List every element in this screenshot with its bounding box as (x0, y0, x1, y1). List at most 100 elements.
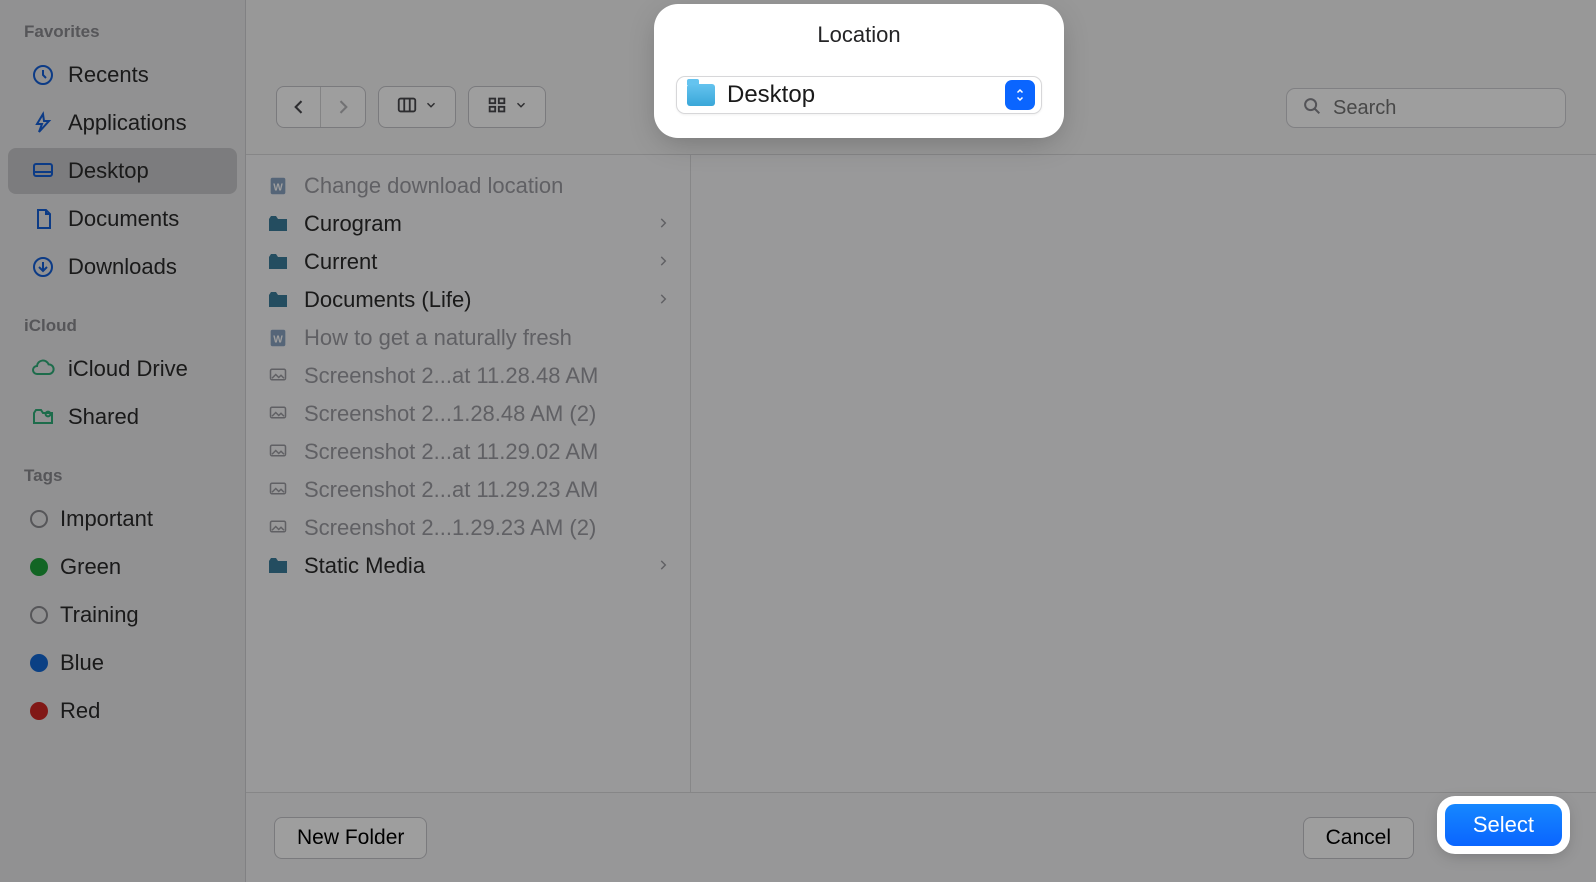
image-icon (266, 478, 290, 502)
file-row: W How to get a naturally fresh (246, 319, 690, 357)
tag-dot-icon (30, 510, 48, 528)
folder-icon (266, 250, 290, 274)
shared-folder-icon (30, 404, 56, 430)
sidebar-item-recents[interactable]: Recents (8, 52, 237, 98)
image-icon (266, 440, 290, 464)
file-row: Screenshot 2...at 11.29.02 AM (246, 433, 690, 471)
cloud-icon (30, 356, 56, 382)
svg-text:W: W (273, 335, 283, 346)
word-doc-icon: W (266, 174, 290, 198)
image-icon (266, 402, 290, 426)
sidebar-item-label: Downloads (68, 254, 177, 280)
folder-icon (266, 288, 290, 312)
folder-icon (687, 84, 715, 106)
chevron-right-icon (656, 290, 670, 311)
file-name: Screenshot 2...1.29.23 AM (2) (304, 515, 596, 541)
preview-column (691, 155, 1596, 792)
tag-dot-icon (30, 558, 48, 576)
location-dropdown[interactable]: Desktop (676, 76, 1042, 114)
file-row: W Change download location (246, 167, 690, 205)
search-input[interactable] (1333, 97, 1551, 120)
word-doc-icon: W (266, 326, 290, 350)
sidebar-item-downloads[interactable]: Downloads (8, 244, 237, 290)
sidebar-item-label: Recents (68, 62, 149, 88)
view-columns-button[interactable] (378, 86, 456, 128)
updown-stepper-icon (1005, 80, 1035, 110)
cancel-button[interactable]: Cancel (1303, 817, 1414, 859)
sidebar-item-icloud-drive[interactable]: iCloud Drive (8, 346, 237, 392)
sidebar: Favorites Recents Applications Desktop (0, 0, 245, 882)
file-name: Documents (Life) (304, 287, 472, 313)
tag-label: Blue (60, 650, 104, 676)
tag-blue[interactable]: Blue (8, 640, 237, 686)
tag-label: Green (60, 554, 121, 580)
file-name: Change download location (304, 173, 563, 199)
columns-icon (396, 94, 418, 121)
file-name: Screenshot 2...1.28.48 AM (2) (304, 401, 596, 427)
file-name: Screenshot 2...at 11.29.02 AM (304, 439, 598, 465)
file-row: Screenshot 2...1.29.23 AM (2) (246, 509, 690, 547)
tag-red[interactable]: Red (8, 688, 237, 734)
back-button[interactable] (277, 87, 321, 127)
chevron-down-icon (424, 98, 438, 117)
tag-green[interactable]: Green (8, 544, 237, 590)
file-row[interactable]: Curogram (246, 205, 690, 243)
sidebar-item-documents[interactable]: Documents (8, 196, 237, 242)
file-row[interactable]: Static Media (246, 547, 690, 585)
folder-icon (266, 554, 290, 578)
chevron-right-icon (656, 556, 670, 577)
tag-dot-icon (30, 654, 48, 672)
search-icon (1301, 95, 1323, 122)
grid-icon (486, 94, 508, 121)
nav-buttons (276, 86, 366, 128)
location-title: Location (676, 22, 1042, 48)
tag-label: Important (60, 506, 153, 532)
document-icon (30, 206, 56, 232)
sidebar-item-applications[interactable]: Applications (8, 100, 237, 146)
tag-dot-icon (30, 606, 48, 624)
sidebar-item-shared[interactable]: Shared (8, 394, 237, 440)
sidebar-item-label: Shared (68, 404, 139, 430)
sidebar-item-label: Documents (68, 206, 179, 232)
file-row: Screenshot 2...1.28.48 AM (2) (246, 395, 690, 433)
file-row: Screenshot 2...at 11.29.23 AM (246, 471, 690, 509)
select-button[interactable]: Select (1445, 804, 1562, 846)
tag-important[interactable]: Important (8, 496, 237, 542)
download-icon (30, 254, 56, 280)
file-row[interactable]: Current (246, 243, 690, 281)
sidebar-favorites-header: Favorites (0, 16, 245, 48)
search-field[interactable] (1286, 88, 1566, 128)
tag-label: Red (60, 698, 100, 724)
file-list: W Change download location Curogram Current… (246, 155, 691, 792)
clock-icon (30, 62, 56, 88)
tag-dot-icon (30, 702, 48, 720)
forward-button[interactable] (321, 87, 365, 127)
new-folder-button[interactable]: New Folder (274, 817, 427, 859)
file-name: Static Media (304, 553, 425, 579)
sidebar-tags-header: Tags (0, 460, 245, 492)
sidebar-item-desktop[interactable]: Desktop (8, 148, 237, 194)
location-selected: Desktop (727, 81, 993, 109)
view-grid-button[interactable] (468, 86, 546, 128)
chevron-right-icon (656, 252, 670, 273)
file-name: Screenshot 2...at 11.29.23 AM (304, 477, 598, 503)
desktop-icon (30, 158, 56, 184)
file-name: Curogram (304, 211, 402, 237)
file-name: Current (304, 249, 377, 275)
file-name: Screenshot 2...at 11.28.48 AM (304, 363, 598, 389)
location-dropdown-highlight: Location Desktop (660, 10, 1058, 132)
file-row: Screenshot 2...at 11.28.48 AM (246, 357, 690, 395)
image-icon (266, 516, 290, 540)
file-row[interactable]: Documents (Life) (246, 281, 690, 319)
sidebar-item-label: Applications (68, 110, 187, 136)
folder-icon (266, 212, 290, 236)
select-button-highlight: Select (1441, 800, 1566, 850)
file-name: How to get a naturally fresh (304, 325, 572, 351)
chevron-down-icon (514, 98, 528, 117)
sidebar-icloud-header: iCloud (0, 310, 245, 342)
tag-training[interactable]: Training (8, 592, 237, 638)
chevron-right-icon (656, 214, 670, 235)
image-icon (266, 364, 290, 388)
sidebar-item-label: Desktop (68, 158, 149, 184)
svg-text:W: W (273, 183, 283, 194)
